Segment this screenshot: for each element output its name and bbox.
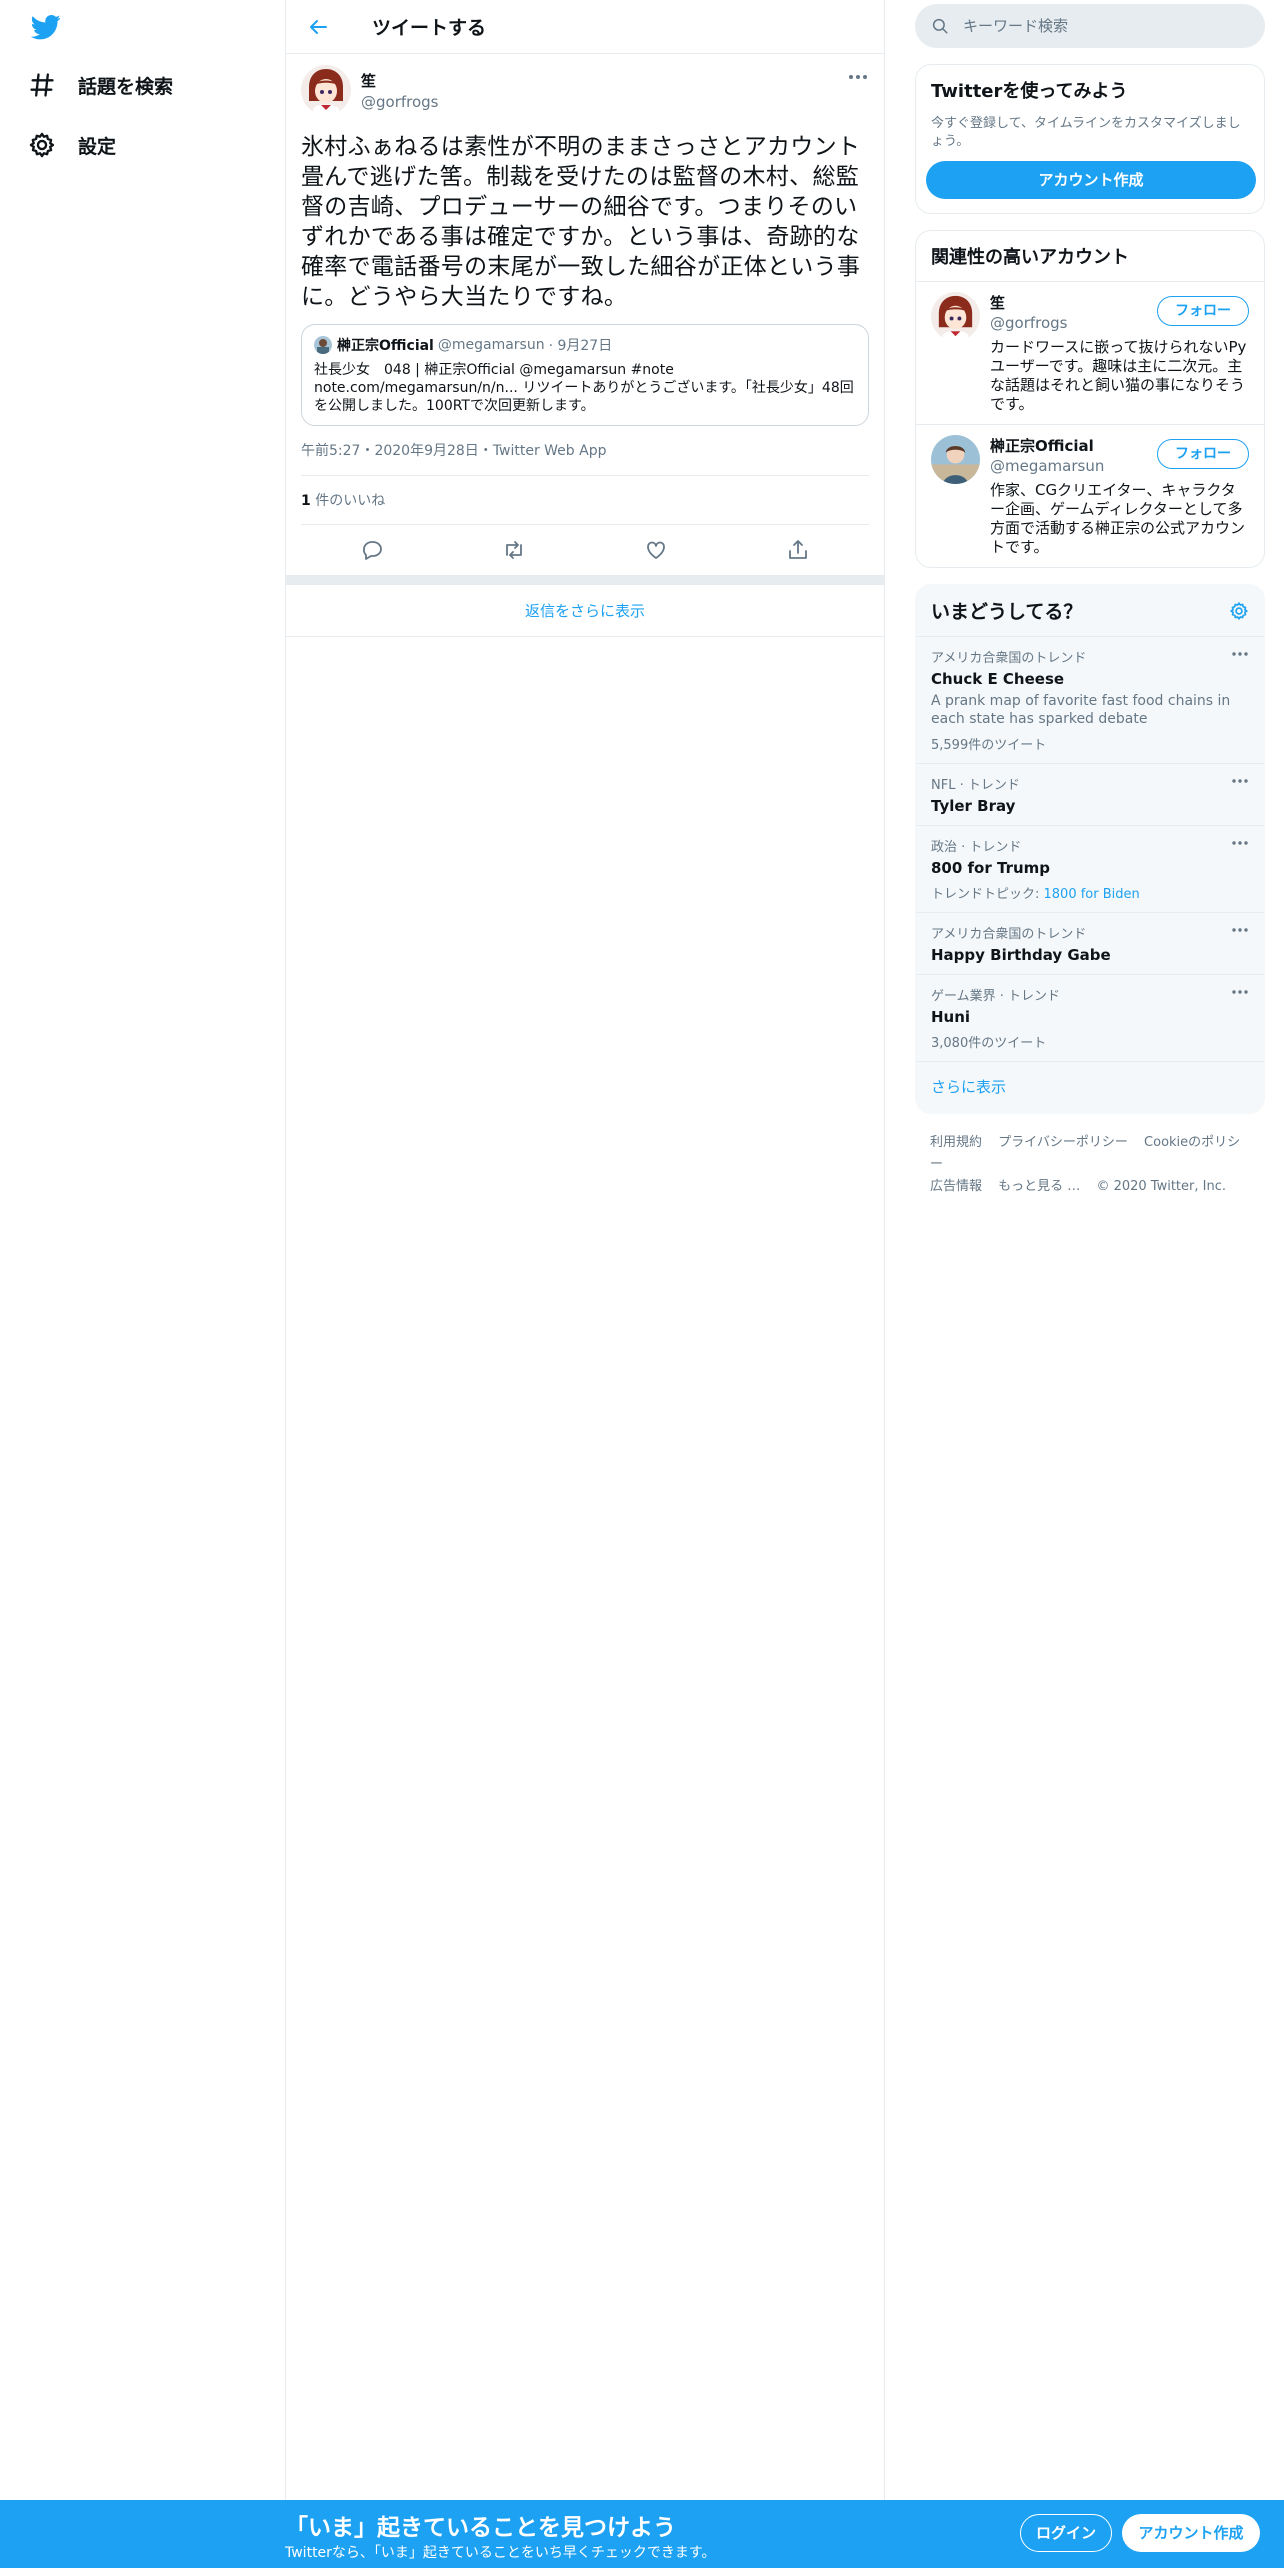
tweet-author: 笙 @gorfrogs [301,64,869,116]
account-bio: 作家、CGクリエイター、キャラクター企画、ゲームディレクターとして多方面で活動す… [990,481,1246,556]
trend-category: アメリカ合衆国のトレンド [931,651,1087,666]
quote-author-handle: @megamarsun [437,337,545,353]
banner-signup-button[interactable]: アカウント作成 [1122,2514,1260,2552]
banner-subtitle: Twitterなら、「いま」起きていることをいち早くチェックできます。 [285,2545,716,2561]
author-name[interactable]: 笙 [361,70,439,91]
trend-name: 800 for Trump [931,859,1051,877]
signup-card-subtitle: 今すぐ登録して、タイムラインをカスタマイズしましょう。 [931,116,1241,149]
follow-button[interactable]: フォロー [1157,439,1249,469]
footer-link-more[interactable]: もっと見る … [998,1179,1080,1194]
related-account-item[interactable]: 笙 @gorfrogs カードワースに嵌って抜けられないPyユーザーです。趣味は… [916,281,1264,424]
trend-category: ゲーム業界 · トレンド [931,989,1061,1004]
trend-name: Huni [931,1008,971,1026]
avatar[interactable] [931,435,980,484]
more-options-icon[interactable] [1231,987,1249,997]
main-column: ツイートする 笙 @gorfrogs 氷村ふぁねるは素性が不明のままさっさとアカ… [285,0,885,2500]
right-sidebar: Twitterを使ってみよう 今すぐ登録して、タイムラインをカスタマイズしましょ… [915,0,1265,1216]
tweet-actions [301,525,869,575]
quoted-tweet[interactable]: 榊正宗Official @megamarsun · 9月27日 社長少女 048… [301,324,869,426]
avatar[interactable] [301,65,351,115]
search-input[interactable] [963,17,1243,35]
trend-category: NFL · トレンド [931,778,1020,793]
nav-explore-label: 話題を検索 [78,75,174,98]
likes-count[interactable]: 1 件のいいね [301,476,869,525]
related-accounts-title: 関連性の高いアカウント [931,247,1129,268]
nav-explore[interactable]: 話題を検索 [28,65,173,105]
more-options-icon[interactable] [1231,649,1249,659]
related-account-item[interactable]: 榊正宗Official @megamarsun 作家、CGクリエイター、キャラク… [916,424,1264,567]
section-divider [286,575,884,585]
tweet-timestamp[interactable]: 午前5:27・2020年9月28日・Twitter Web App [301,440,869,476]
signup-banner: 「いま」起きていることを見つけよう Twitterなら、「いま」起きていることを… [0,2500,1284,2568]
footer-links: 利用規約 プライバシーポリシー Cookieのポリシー 広告情報 もっと見る …… [915,1114,1265,1216]
trends-title: いまどうしてる？ [931,601,1083,623]
author-handle[interactable]: @gorfrogs [361,93,439,111]
login-button[interactable]: ログイン [1020,2514,1112,2552]
quote-date: · 9月27日 [548,338,613,354]
tweet-detail: 笙 @gorfrogs 氷村ふぁねるは素性が不明のままさっさとアカウント畳んで逃… [286,54,884,575]
trend-category: アメリカ合衆国のトレンド [931,927,1087,942]
trend-topic-label: トレンドトピック: [931,887,1044,902]
gear-icon[interactable] [1229,601,1249,621]
likes-number: 1 [301,493,311,509]
quote-author-name: 榊正宗Official [337,338,434,354]
tweet-text: 氷村ふぁねるは素性が不明のままさっさとアカウント畳んで逃げた筈。制裁を受けたのは… [301,134,861,310]
follow-button[interactable]: フォロー [1157,296,1249,326]
avatar[interactable] [931,292,980,341]
signup-card: Twitterを使ってみよう 今すぐ登録して、タイムラインをカスタマイズしましょ… [915,64,1265,214]
quote-text: 社長少女 048 | 榊正宗Official @megamarsun #note… [314,362,854,414]
hashtag-icon [30,73,54,97]
trend-name: Tyler Bray [931,797,1016,815]
page-title: ツイートする [372,17,487,39]
footer-link-privacy[interactable]: プライバシーポリシー [998,1135,1128,1150]
trend-item[interactable]: 政治 · トレンド 800 for Trump トレンドトピック: 1800 f… [916,826,1264,913]
more-options-icon[interactable] [1231,925,1249,935]
signup-card-title: Twitterを使ってみよう [931,81,1128,102]
trend-tweet-count: 5,599件のツイート [931,738,1047,753]
footer-copyright: © 2020 Twitter, Inc. [1096,1179,1226,1194]
gear-icon [29,132,55,158]
left-navigation: 話題を検索 設定 [0,0,285,2568]
nav-settings-label: 設定 [78,135,117,158]
trend-topic-link[interactable]: 1800 for Biden [1044,887,1140,902]
more-options-icon[interactable] [1231,838,1249,848]
trend-item[interactable]: アメリカ合衆国のトレンド Chuck E Cheese A prank map … [916,637,1264,764]
trend-name: Chuck E Cheese [931,670,1065,688]
banner-title: 「いま」起きていることを見つけよう [285,2515,676,2541]
more-options-icon[interactable] [847,70,869,84]
reply-icon[interactable] [360,538,384,562]
footer-link-ads[interactable]: 広告情報 [930,1179,982,1194]
like-icon[interactable] [644,538,668,562]
trend-item[interactable]: ゲーム業界 · トレンド Huni 3,080件のツイート [916,975,1264,1062]
show-more-replies-link[interactable]: 返信をさらに表示 [286,585,884,637]
retweet-icon[interactable] [502,538,526,562]
search-box[interactable] [915,4,1265,48]
footer-link-terms[interactable]: 利用規約 [930,1135,982,1150]
show-more-trends-link[interactable]: さらに表示 [916,1062,1264,1113]
nav-settings[interactable]: 設定 [28,125,116,165]
trend-tweet-count: 3,080件のツイート [931,1036,1047,1051]
share-icon[interactable] [786,538,810,562]
more-options-icon[interactable] [1231,776,1249,786]
back-arrow-icon[interactable] [306,15,330,39]
trend-name: Happy Birthday Gabe [931,946,1111,964]
trend-item[interactable]: アメリカ合衆国のトレンド Happy Birthday Gabe [916,913,1264,975]
likes-label: 件のいいね [310,493,386,509]
trend-description: A prank map of favorite fast food chains… [931,693,1231,727]
create-account-button[interactable]: アカウント作成 [926,161,1256,199]
trends-card: いまどうしてる？ アメリカ合衆国のトレンド Chuck E Cheese A p… [915,584,1265,1114]
search-icon [932,18,948,34]
trend-item[interactable]: NFL · トレンド Tyler Bray [916,764,1264,826]
page-header: ツイートする [286,0,884,54]
trend-category: 政治 · トレンド [931,840,1022,855]
related-accounts-card: 関連性の高いアカウント 笙 @gorfrogs カードワースに嵌って抜けられない… [915,230,1265,568]
account-bio: カードワースに嵌って抜けられないPyユーザーです。趣味は主に二次元。主な話題はそ… [990,338,1247,413]
twitter-bird-icon[interactable] [28,12,64,42]
quote-avatar [314,336,332,354]
